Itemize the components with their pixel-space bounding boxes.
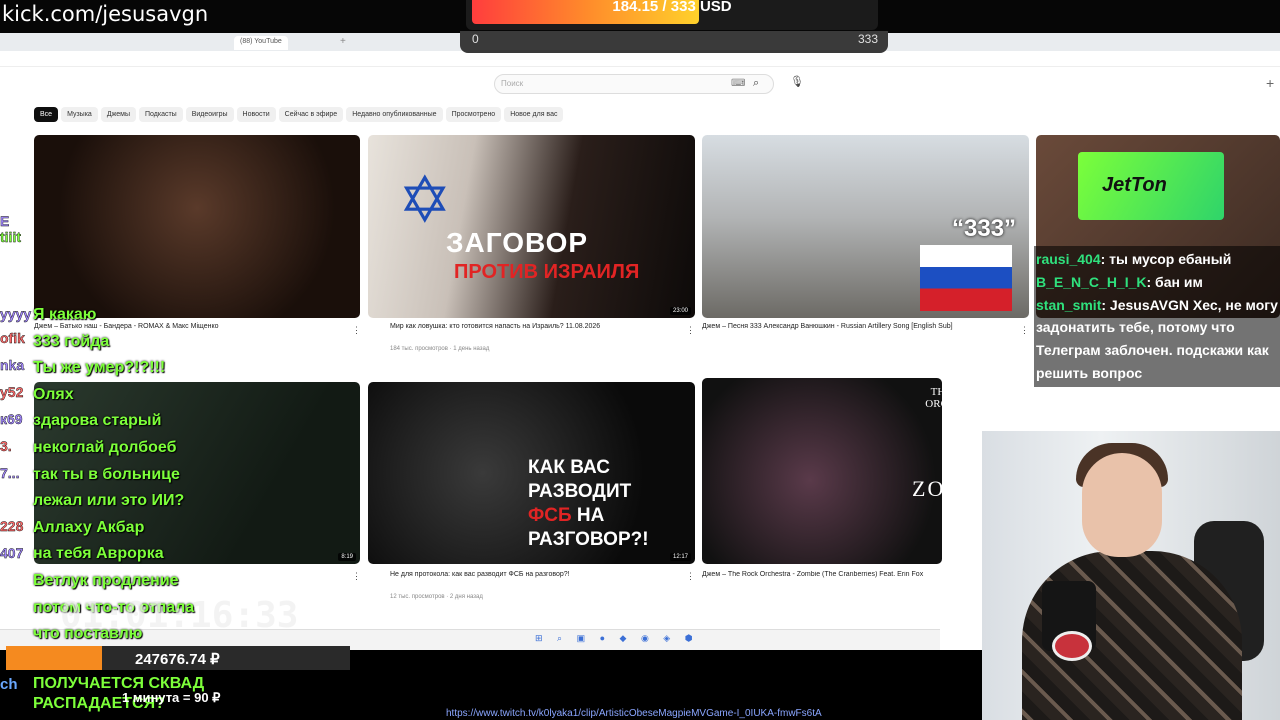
chip-2[interactable]: Джемы [100,107,136,122]
chat-nick-cut: 407 [0,545,24,561]
mic-icon[interactable]: 🎙 [790,75,804,88]
chip-3[interactable]: Подкасты [139,107,183,122]
chat-text: : ты мусор ебаный [1100,251,1232,267]
search-icon[interactable]: ⌕ [753,77,759,90]
chat-message: некоглай долбоеб [33,438,177,456]
sponsor-logo: JetTon [1078,152,1224,220]
chat-overlay-right: rausi_404: ты мусор ебаный B_E_N_C_H_I_K:… [1034,246,1280,387]
chip-9[interactable]: Новое для вас [504,107,564,122]
chip-4[interactable]: Видеоигры [185,107,234,122]
chat-nick-cut: уууу [0,306,32,322]
thumb-subtitle: ПРОТИВ ИЗРАИЛЯ [454,261,640,283]
chat-text: : бан им [1146,273,1203,290]
streamer-head [1082,453,1162,557]
chat-nick-cut: 7... [0,465,20,481]
duration: 12:17 [669,553,691,561]
chip-5[interactable]: Новости [236,107,276,122]
chat-nick: ch [0,676,18,693]
video-meta-6: 12 тыс. просмотров · 2 дня назад [390,594,483,600]
more-icon[interactable]: ⋮ [686,571,695,582]
video-thumbnail-7[interactable]: THE ROCK ORCHESTRA ZOMB [702,378,942,564]
new-tab-icon[interactable]: + [340,36,346,47]
thumb-brand: THE ROCK ORCHESTRA [925,386,942,410]
thumb-number: “333” [952,215,1017,242]
chat-message: Я какаю [33,306,97,323]
goal-range-bar: 0 333 [460,31,888,53]
chat-nick-cut: tiiit [0,229,21,245]
chat-nick-cut: к69 [0,411,23,427]
keyboard-icon[interactable]: ⌨ [731,78,745,89]
filter-chips: Все Музыка Джемы Подкасты Видеоигры Новости Се… [34,103,566,122]
video-thumbnail-2[interactable]: ✡ ЗАГОВОР ПРОТИВ ИЗРАИЛЯ 23:00 [368,135,695,318]
video-title-6[interactable]: Не для протокола: как вас разводит ФСБ н… [390,571,710,578]
more-icon[interactable]: ⋮ [352,571,361,582]
star-of-david-icon: ✡ [398,164,452,236]
webcam-feed [982,431,1280,720]
search-input[interactable]: Поиск [501,79,523,88]
chat-nick-cut: 3. [0,438,12,454]
chat-message: rausi_404: ты мусор ебаный [1036,248,1278,271]
video-title-2[interactable]: Мир как ловушка: кто готовится напасть н… [390,323,710,330]
russia-flag-icon [920,245,1012,311]
more-icon[interactable]: ⋮ [352,325,361,336]
chat-message: Ветлук продление [33,571,179,589]
duration: 23:00 [669,307,691,315]
video-title-7[interactable]: Джем – The Rock Orchestra - Zombie (The … [702,571,940,578]
stream-frame: kick.com/jesusavgn 184.15 / 333 USD (88)… [0,0,1280,720]
chat-message: здарова старый [33,412,162,430]
thumb-word: ZOMB [912,476,942,501]
chip-0[interactable]: Все [34,107,59,122]
chip-7[interactable]: Недавно опубликованные [346,107,443,122]
chat-message: Олях [33,385,74,403]
chat-message: на тебя Аврорка [33,545,164,563]
thumb-title-line-2: ФСБ [528,505,572,526]
thumb-title: ЗАГОВОР [446,227,589,258]
chat-message: B_E_N_C_H_I_K: бан им [1036,271,1278,294]
search-box[interactable]: Поиск ⌨ ⌕ [494,74,774,94]
chip-6[interactable]: Сейчас в эфире [278,107,344,122]
stream-timer: 01:01:16:33 [60,595,299,636]
goal-min: 0 [472,32,479,46]
thumb-title: КАК ВАС РАЗВОДИТ ФСБ НА РАЗГОВОР?! [528,456,695,552]
chat-message: stan_smit: JesusAVGN Хес, не могу задона… [1036,294,1278,385]
chat-nick-cut: Е [0,213,10,229]
video-thumbnail-6[interactable]: КАК ВАС РАЗВОДИТ ФСБ НА РАЗГОВОР?! 12:17 [368,382,695,564]
chip-8[interactable]: Просмотрено [445,107,502,122]
chip-1[interactable]: Музыка [61,107,98,122]
video-thumbnail-1[interactable] [34,135,360,318]
video-meta-2: 184 тыс. просмотров · 1 день назад [390,346,490,352]
chat-nick-cut: y52 [0,384,24,400]
chat-message: Ты же умер?!?!!! [33,359,166,377]
chat-message: Аллаху Акбар [33,518,145,536]
create-icon[interactable]: + [1266,75,1274,91]
chat-nick-cut: 228 [0,518,24,534]
video-title-3[interactable]: Джем – Песня 333 Александр Ванюшкин - Ru… [702,323,1002,330]
address-bar[interactable] [0,51,1280,67]
chat-nick: stan_smit [1036,296,1102,313]
tab-youtube[interactable]: (88) YouTube [234,36,288,50]
more-icon[interactable]: ⋮ [686,325,695,336]
thumb-title-line-1: КАК ВАС РАЗВОДИТ [528,457,632,502]
microphone-icon [1052,631,1092,661]
rate-text: 1 минута = 90 ₽ [122,690,221,705]
video-thumbnail-3[interactable]: “333” [702,135,1029,318]
chat-nick: B_E_N_C_H_I_K [1036,273,1147,290]
clip-link[interactable]: https://www.twitch.tv/k0lyaka1/clip/Arti… [446,708,822,719]
stream-url: kick.com/jesusavgn [2,2,209,26]
goal-text: 184.15 / 333 USD [612,0,732,15]
donation-fill [6,646,102,670]
more-icon[interactable]: ⋮ [1020,325,1029,336]
sponsor-name: JetTon [1102,174,1167,196]
chat-nick-cut: nka [0,357,25,373]
chat-message: так ты в больнице [33,465,180,483]
donation-total: 247676.74 ₽ [135,651,220,668]
chat-nick: rausi_404 [1036,251,1101,267]
chat-message: 333 гойда [33,332,110,350]
goal-max: 333 [857,32,878,46]
taskbar-icons[interactable]: ⊞ ⌕ ▣ ● ◆ ◉ ◈ ⬢ [535,633,699,644]
chat-message: лежал или это ИИ? [33,492,185,510]
chat-nick-cut: ofik [0,330,25,346]
